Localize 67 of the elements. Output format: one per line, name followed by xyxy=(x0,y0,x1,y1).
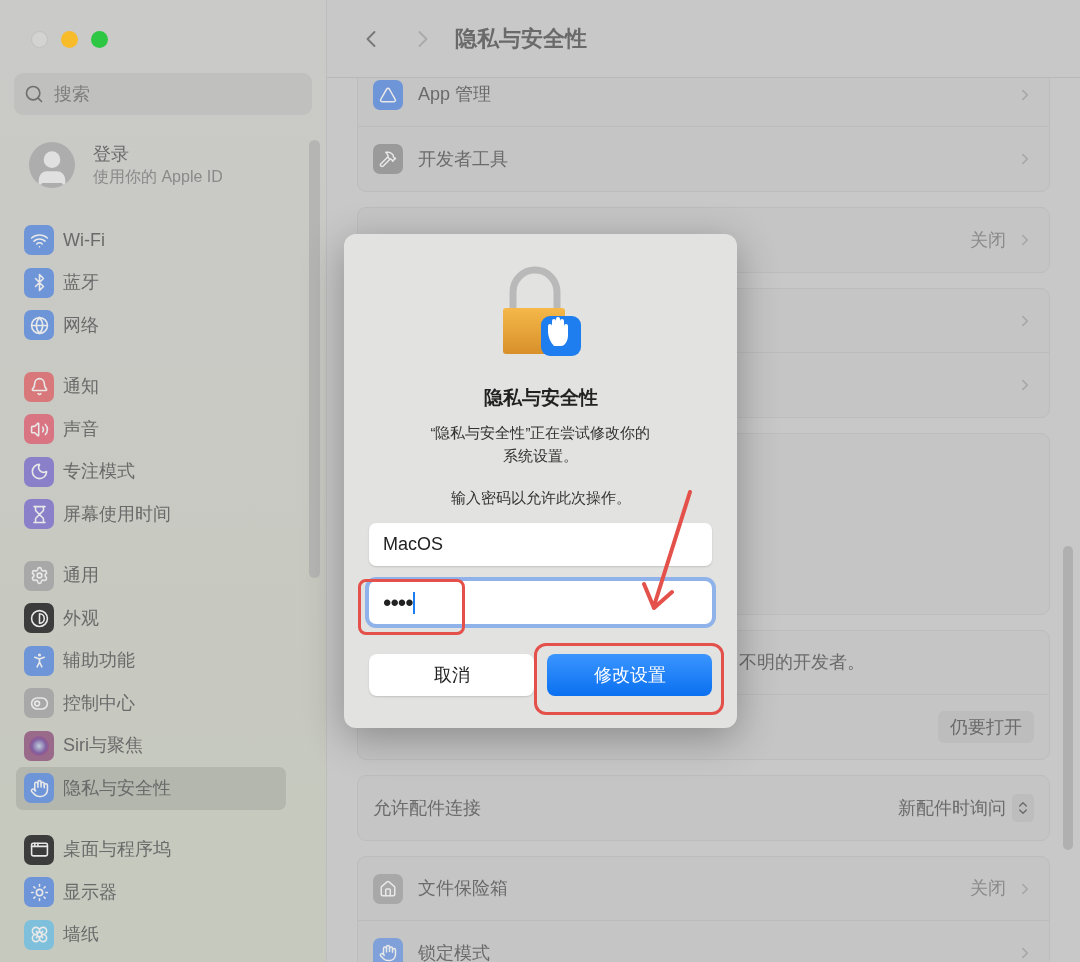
sidebar-item-label: 显示器 xyxy=(63,880,117,904)
account-title: 登录 xyxy=(93,143,130,166)
sidebar-item-label: 桌面与程序坞 xyxy=(63,838,171,862)
sidebar-item[interactable]: 专注模式 xyxy=(16,450,286,493)
sidebar-item-label: 屏幕使用时间 xyxy=(63,502,171,526)
dialog-message: 系统设置。 xyxy=(503,445,578,466)
window-title: 隐私与安全性 xyxy=(455,25,587,53)
sidebar-item[interactable]: 控制中心 xyxy=(16,682,286,725)
sidebar-item-label: 外观 xyxy=(63,606,99,630)
sidebar-item[interactable]: 屏幕使用时间 xyxy=(16,493,286,536)
sidebar-item[interactable]: 桌面与程序坞 xyxy=(16,828,286,871)
hammer-icon xyxy=(373,144,403,174)
dialog-prompt: 输入密码以允许此次操作。 xyxy=(450,487,631,508)
hand-icon xyxy=(373,938,403,962)
dialog-title: 隐私与安全性 xyxy=(483,386,598,410)
minimize-window-button[interactable] xyxy=(61,31,78,48)
open-anyway-button[interactable]: 仍要打开 xyxy=(938,711,1034,743)
password-value: •••• xyxy=(383,587,413,618)
search-icon xyxy=(24,84,44,104)
sidebar-item-label: 专注模式 xyxy=(63,460,135,484)
sidebar-item[interactable]: 网络 xyxy=(16,304,286,347)
row-label: 允许配件连接 xyxy=(373,796,481,820)
sidebar-item-label: 蓝牙 xyxy=(63,271,99,295)
scrollbar[interactable] xyxy=(1063,546,1073,850)
sidebar-item[interactable]: 隐私与安全性 xyxy=(16,767,286,810)
row-label[interactable]: 锁定模式 xyxy=(418,939,490,962)
sidebar-item[interactable]: 外观 xyxy=(16,597,286,640)
sidebar-item[interactable]: Wi-Fi xyxy=(16,219,286,262)
row-label[interactable]: App 管理 xyxy=(418,81,492,108)
sidebar-item[interactable]: 通用 xyxy=(16,554,286,597)
sidebar-item-label: 通用 xyxy=(63,564,99,588)
sidebar-item[interactable]: Siri与聚焦 xyxy=(16,724,286,767)
sidebar-item-label: 网络 xyxy=(63,313,99,337)
sidebar-item[interactable]: 墙纸 xyxy=(16,913,286,956)
row-value: 关闭 xyxy=(970,877,1006,900)
username-field[interactable]: MacOS xyxy=(369,523,712,566)
sidebar-item-label: 通知 xyxy=(63,375,99,399)
row-label[interactable]: 文件保险箱 xyxy=(418,875,508,902)
avatar-icon xyxy=(29,142,75,188)
cancel-button[interactable]: 取消 xyxy=(369,654,534,696)
account-subtitle: 使用你的 Apple ID xyxy=(93,167,223,187)
sidebar-item-label: 隐私与安全性 xyxy=(63,776,171,800)
zoom-window-button[interactable] xyxy=(91,31,108,48)
search-field[interactable]: 搜索 xyxy=(14,73,312,115)
house-icon xyxy=(373,873,403,904)
row-label[interactable]: 开发者工具 xyxy=(418,145,508,173)
sidebar-item-label: 墙纸 xyxy=(63,923,99,947)
stepper-icon[interactable] xyxy=(1012,794,1034,822)
row-value: 关闭 xyxy=(970,228,1006,252)
text-cursor xyxy=(412,591,415,614)
sidebar-item-label: 辅助功能 xyxy=(63,649,135,673)
dialog-message: “隐私与安全性”正在尝试修改你的 xyxy=(430,422,651,443)
sidebar-item[interactable]: 声音 xyxy=(16,408,286,451)
sidebar-item-label: 控制中心 xyxy=(63,691,135,715)
select-value[interactable]: 新配件时询问 xyxy=(898,794,1006,822)
sidebar-item[interactable]: 蓝牙 xyxy=(16,261,286,304)
row-label: 不明的开发者。 xyxy=(739,651,865,674)
username-value: MacOS xyxy=(383,533,443,556)
sidebar-item[interactable]: 显示器 xyxy=(16,871,286,914)
scrollbar[interactable] xyxy=(309,140,320,578)
sidebar-item-label: Siri与聚焦 xyxy=(63,734,143,758)
confirm-button[interactable]: 修改设置 xyxy=(547,654,712,696)
sidebar-item-label: 声音 xyxy=(63,417,99,441)
sidebar-item[interactable]: 通知 xyxy=(16,365,286,408)
sidebar-item-label: Wi-Fi xyxy=(63,228,105,252)
account-item[interactable]: 登录 使用你的 Apple ID xyxy=(16,134,310,196)
sidebar-item[interactable]: 辅助功能 xyxy=(16,639,286,682)
